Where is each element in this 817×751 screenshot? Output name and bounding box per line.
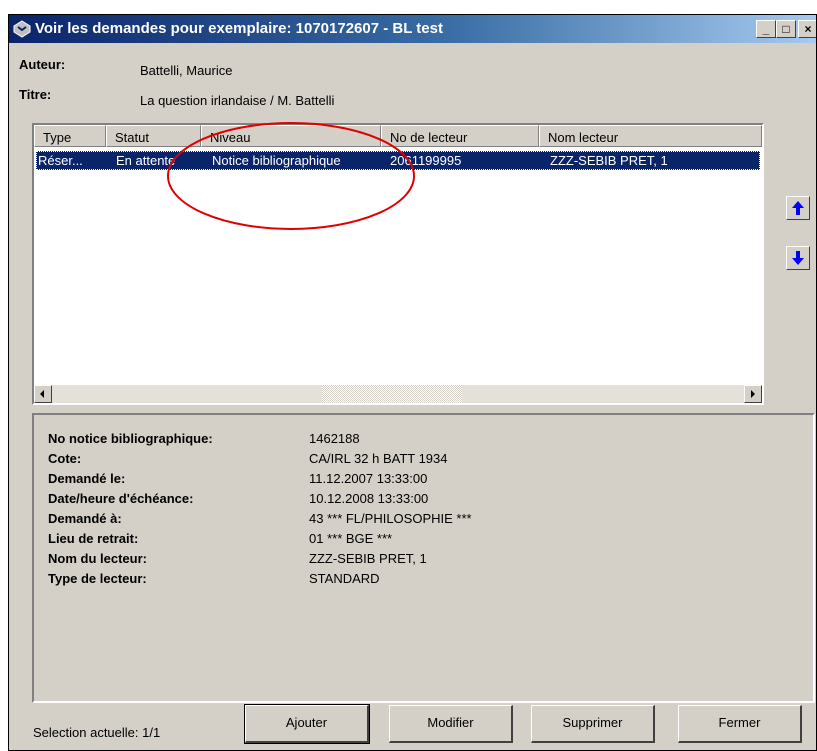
detail-label: No notice bibliographique: — [48, 431, 213, 446]
close-window-button[interactable]: × — [798, 20, 816, 38]
column-header-niveau[interactable]: Niveau — [201, 125, 381, 147]
horizontal-scrollbar[interactable] — [34, 385, 762, 403]
scroll-track[interactable] — [322, 385, 462, 403]
detail-label: Lieu de retrait: — [48, 531, 139, 546]
arrow-down-icon — [792, 251, 804, 265]
move-down-button[interactable] — [786, 246, 810, 270]
title-label: Titre: — [19, 87, 52, 102]
maximize-icon: □ — [782, 22, 790, 36]
detail-value: 1462188 — [309, 431, 360, 446]
column-header-no-lecteur[interactable]: No de lecteur — [381, 125, 539, 147]
arrow-right-icon — [751, 390, 755, 398]
move-up-button[interactable] — [786, 196, 810, 220]
arrow-left-icon — [40, 390, 44, 398]
cell-statut: En attente — [116, 153, 176, 168]
requests-list[interactable]: Type Statut Niveau No de lecteur Nom lec… — [32, 123, 764, 405]
window-title: Voir les demandes pour exemplaire: 10701… — [35, 20, 443, 37]
maximize-button[interactable]: □ — [776, 20, 796, 38]
modify-button[interactable]: Modifier — [389, 705, 513, 743]
details-panel: No notice bibliographique: 1462188 Cote:… — [32, 413, 815, 703]
author-label: Auteur: — [19, 57, 66, 72]
detail-value: ZZZ-SEBIB PRET, 1 — [309, 551, 427, 566]
delete-button[interactable]: Supprimer — [531, 705, 655, 743]
selection-status: Selection actuelle: 1/1 — [33, 725, 161, 740]
minimize-icon: _ — [762, 22, 770, 36]
title-bar[interactable]: Voir les demandes pour exemplaire: 10701… — [9, 15, 816, 43]
detail-value: CA/IRL 32 h BATT 1934 — [309, 451, 448, 466]
detail-value: STANDARD — [309, 571, 380, 586]
request-window: Voir les demandes pour exemplaire: 10701… — [8, 14, 817, 751]
cell-nom-lecteur: ZZZ-SEBIB PRET, 1 — [550, 153, 668, 168]
minimize-button[interactable]: _ — [756, 20, 776, 38]
scroll-right-button[interactable] — [744, 385, 762, 403]
column-header-statut[interactable]: Statut — [106, 125, 201, 147]
title-value: La question irlandaise / M. Battelli — [140, 93, 335, 108]
app-icon — [13, 20, 31, 38]
detail-label: Type de lecteur: — [48, 571, 147, 586]
detail-value: 11.12.2007 13:33:00 — [309, 471, 428, 486]
detail-value: 10.12.2008 13:33:00 — [309, 491, 429, 506]
detail-value: 01 *** BGE *** — [309, 531, 393, 546]
author-value: Battelli, Maurice — [140, 63, 233, 78]
cell-type: Réser... — [38, 153, 83, 168]
arrow-up-icon — [792, 201, 804, 215]
detail-label: Nom du lecteur: — [48, 551, 147, 566]
detail-value: 43 *** FL/PHILOSOPHIE *** — [309, 511, 472, 526]
add-button[interactable]: Ajouter — [244, 704, 370, 744]
detail-label: Demandé à: — [48, 511, 122, 526]
close-icon: × — [804, 22, 812, 36]
scroll-left-button[interactable] — [34, 385, 52, 403]
column-header-type[interactable]: Type — [34, 125, 106, 147]
cell-niveau: Notice bibliographique — [212, 153, 341, 168]
table-row[interactable]: Réser... En attente Notice bibliographiq… — [36, 151, 760, 170]
detail-label: Demandé le: — [48, 471, 126, 486]
detail-label: Date/heure d'échéance: — [48, 491, 194, 506]
detail-label: Cote: — [48, 451, 82, 466]
list-header: Type Statut Niveau No de lecteur Nom lec… — [34, 125, 762, 147]
column-header-nom-lecteur[interactable]: Nom lecteur — [539, 125, 762, 147]
cell-no-lecteur: 2061199995 — [390, 153, 462, 168]
close-button[interactable]: Fermer — [678, 705, 802, 743]
